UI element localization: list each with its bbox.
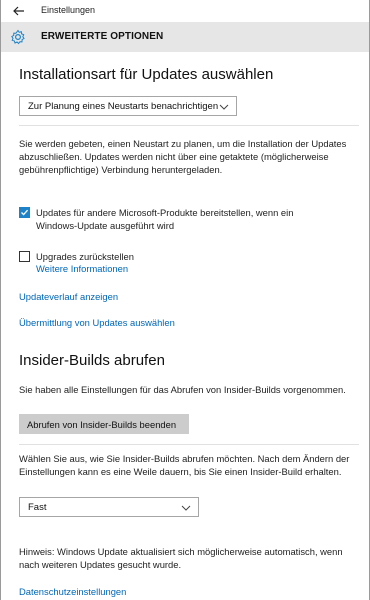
gear-icon [10, 29, 26, 45]
update-history-link[interactable]: Updateverlauf anzeigen [19, 291, 118, 302]
page-title: ERWEITERTE OPTIONEN [41, 31, 164, 42]
install-mode-dropdown[interactable]: Zur Planung eines Neustarts benachrichti… [19, 96, 237, 116]
checkmark-icon [21, 209, 29, 216]
defer-upgrades-checkbox[interactable] [19, 251, 30, 262]
insider-ring-value: Fast [28, 502, 47, 513]
stop-insider-builds-button[interactable]: Abrufen von Insider-Builds beenden [19, 414, 189, 434]
delivery-optimization-link[interactable]: Übermittlung von Updates auswählen [19, 317, 175, 328]
install-type-heading: Installationsart für Updates auswählen [19, 66, 274, 83]
other-products-label: Updates für andere Microsoft-Produkte be… [36, 207, 294, 231]
insider-heading: Insider-Builds abrufen [19, 352, 165, 369]
privacy-settings-link[interactable]: Datenschutzeinstellungen [19, 586, 126, 597]
chevron-down-icon [181, 504, 191, 511]
back-arrow-icon[interactable] [11, 3, 27, 19]
defer-upgrades-label: Upgrades zurückstellen [36, 251, 134, 262]
windows-update-hint: Hinweis: Windows Update aktualisiert sic… [19, 546, 343, 570]
other-products-checkbox[interactable] [19, 207, 30, 218]
insider-choose-text: Wählen Sie aus, wie Sie Insider-Builds a… [19, 453, 350, 477]
divider [19, 444, 359, 445]
install-mode-description: Sie werden gebeten, einen Neustart zu pl… [19, 138, 347, 175]
divider [19, 125, 359, 126]
install-mode-value: Zur Planung eines Neustarts benachrichti… [28, 101, 219, 112]
title-bar: Einstellungen [1, 0, 369, 22]
window-title: Einstellungen [41, 5, 96, 15]
page-header: ERWEITERTE OPTIONEN [1, 22, 369, 52]
more-info-link[interactable]: Weitere Informationen [36, 263, 128, 274]
chevron-down-icon [219, 103, 229, 110]
insider-status-text: Sie haben alle Einstellungen für das Abr… [19, 384, 346, 395]
insider-ring-dropdown[interactable]: Fast [19, 497, 199, 517]
